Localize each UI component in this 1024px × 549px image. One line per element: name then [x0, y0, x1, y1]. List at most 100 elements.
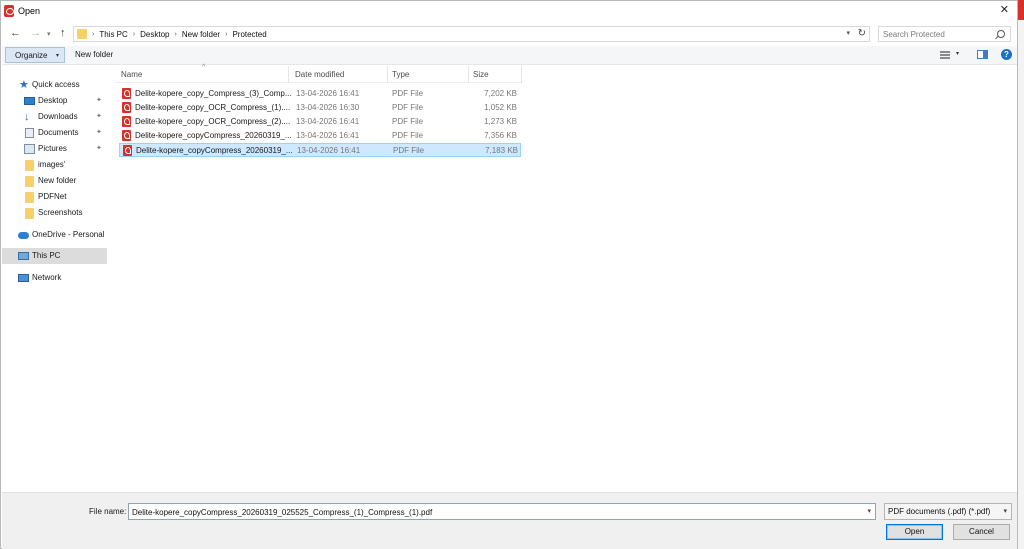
folder-icon: [25, 192, 34, 203]
download-icon: ↓: [24, 111, 30, 123]
change-view-button[interactable]: ▾: [940, 49, 964, 61]
file-size: 7,183 KB: [485, 146, 518, 155]
pdf-file-icon: [123, 145, 132, 156]
refresh-icon[interactable]: ↻: [858, 28, 866, 39]
file-type: PDF File: [392, 89, 424, 98]
pin-icon[interactable]: ✦: [96, 112, 102, 120]
sidebar-item-new-folder[interactable]: New folder: [2, 173, 107, 189]
file-type: PDF File: [392, 103, 424, 112]
organize-button[interactable]: Organize ▾: [5, 47, 65, 63]
file-size: 1,052 KB: [484, 103, 517, 112]
chevron-down-icon[interactable]: ▾: [867, 507, 871, 515]
pin-icon[interactable]: ✦: [96, 96, 102, 104]
breadcrumb-separator[interactable]: ›: [133, 31, 135, 38]
column-divider[interactable]: [468, 66, 469, 83]
sidebar-item-images[interactable]: images': [2, 157, 107, 173]
sidebar-item-network[interactable]: Network: [2, 270, 107, 286]
column-header-type[interactable]: Type: [392, 70, 409, 79]
file-name: Delite-kopere_copyCompress_20260319_...: [136, 146, 293, 155]
desktop-icon: [24, 97, 35, 105]
pdf-file-icon: [122, 88, 131, 99]
column-header-size[interactable]: Size: [473, 70, 489, 79]
search-input[interactable]: [883, 29, 993, 40]
breadcrumb-separator: ›: [92, 31, 95, 38]
file-row-selected[interactable]: Delite-kopere_copyCompress_20260319_... …: [119, 143, 521, 157]
sidebar-item-label: Documents: [38, 128, 79, 137]
recent-locations-chevron-icon[interactable]: ▾: [47, 28, 51, 42]
file-row[interactable]: Delite-kopere_copy_Compress_(3)_Comp... …: [119, 87, 521, 101]
back-arrow-icon[interactable]: ←: [10, 26, 21, 40]
file-date: 13-04-2026 16:41: [296, 131, 360, 140]
file-type: PDF File: [392, 117, 424, 126]
address-row: ← → ▾ ↑ › This PC › Desktop › New folder…: [1, 23, 1017, 45]
folder-icon: [25, 176, 34, 187]
file-type-select[interactable]: PDF documents (.pdf) (*.pdf) ▾: [884, 503, 1012, 520]
help-icon[interactable]: ?: [1001, 49, 1012, 60]
close-icon[interactable]: ✕: [1000, 4, 1009, 16]
file-date: 13-04-2026 16:41: [296, 89, 360, 98]
background-app-accent: [1018, 0, 1024, 20]
column-divider[interactable]: [387, 66, 388, 83]
file-size: 1,273 KB: [484, 117, 517, 126]
breadcrumb-new-folder[interactable]: New folder: [182, 30, 220, 39]
forward-arrow-icon[interactable]: →: [30, 26, 41, 40]
details-view-icon: [940, 51, 950, 59]
pin-icon[interactable]: ✦: [96, 128, 102, 136]
open-button[interactable]: Open: [886, 524, 943, 540]
sidebar-item-pictures[interactable]: Pictures ✦: [2, 141, 107, 157]
column-divider[interactable]: [288, 66, 289, 83]
search-icon[interactable]: [997, 30, 1005, 38]
sidebar-item-label: Quick access: [32, 80, 80, 89]
file-size: 7,356 KB: [484, 131, 517, 140]
breadcrumb-protected[interactable]: Protected: [232, 30, 266, 39]
file-type-value: PDF documents (.pdf) (*.pdf): [888, 507, 991, 516]
new-folder-button[interactable]: New folder: [75, 50, 113, 59]
file-name-combobox[interactable]: ▾: [128, 503, 876, 520]
search-box[interactable]: [878, 26, 1011, 42]
column-header-date-modified[interactable]: Date modified: [295, 70, 344, 79]
sidebar-item-screenshots[interactable]: Screenshots: [2, 205, 107, 221]
column-divider[interactable]: [521, 66, 522, 83]
sidebar-item-quick-access[interactable]: ★ Quick access: [2, 77, 107, 93]
column-header-row: ^ Name Date modified Type Size: [115, 64, 522, 83]
sidebar-item-desktop[interactable]: Desktop ✦: [2, 93, 107, 109]
up-arrow-icon[interactable]: ↑: [60, 26, 66, 40]
address-bar[interactable]: › This PC › Desktop › New folder › Prote…: [73, 26, 870, 42]
breadcrumb-desktop[interactable]: Desktop: [140, 30, 169, 39]
sidebar-item-label: Desktop: [38, 96, 68, 105]
address-dropdown-icon[interactable]: ▾: [846, 29, 850, 37]
file-date: 13-04-2026 16:30: [296, 103, 360, 112]
pdf-file-icon: [122, 102, 131, 113]
sidebar-item-downloads[interactable]: ↓ Downloads ✦: [2, 109, 107, 125]
column-header-name[interactable]: Name: [121, 70, 142, 79]
sidebar-item-onedrive[interactable]: OneDrive - Personal: [2, 227, 107, 243]
navigation-pane: ★ Quick access Desktop ✦ ↓ Downloads ✦ D…: [2, 66, 110, 491]
chevron-down-icon: ▾: [1003, 508, 1007, 515]
sidebar-item-label: Screenshots: [38, 208, 83, 217]
sidebar-item-label: OneDrive - Personal: [32, 230, 105, 239]
file-row[interactable]: Delite-kopere_copy_OCR_Compress_(2).... …: [119, 115, 521, 129]
file-name: Delite-kopere_copy_Compress_(3)_Comp...: [135, 89, 292, 98]
cancel-button[interactable]: Cancel: [953, 524, 1010, 540]
folder-icon: [25, 208, 34, 219]
title-bar: Open ✕: [1, 1, 1017, 21]
file-name-input[interactable]: [132, 507, 852, 518]
file-size: 7,202 KB: [484, 89, 517, 98]
sidebar-item-pdfnet[interactable]: PDFNet: [2, 189, 107, 205]
sidebar-item-documents[interactable]: Documents ✦: [2, 125, 107, 141]
pc-icon: [18, 252, 29, 260]
file-row[interactable]: Delite-kopere_copy_OCR_Compress_(1).... …: [119, 101, 521, 115]
breadcrumb-this-pc[interactable]: This PC: [99, 30, 127, 39]
sidebar-item-this-pc[interactable]: This PC: [2, 248, 107, 264]
file-row[interactable]: Delite-kopere_copyCompress_20260319_... …: [119, 129, 521, 143]
sidebar-item-label: Pictures: [38, 144, 67, 153]
chevron-down-icon: ▾: [55, 53, 59, 59]
pin-icon[interactable]: ✦: [96, 144, 102, 152]
preview-pane-icon[interactable]: [977, 50, 988, 59]
folder-icon: [25, 160, 34, 171]
sidebar-item-label: New folder: [38, 176, 77, 185]
file-date: 13-04-2026 16:41: [296, 117, 360, 126]
sidebar-item-label: Downloads: [38, 112, 78, 121]
breadcrumb-separator[interactable]: ›: [175, 31, 177, 38]
breadcrumb-separator[interactable]: ›: [225, 31, 227, 38]
